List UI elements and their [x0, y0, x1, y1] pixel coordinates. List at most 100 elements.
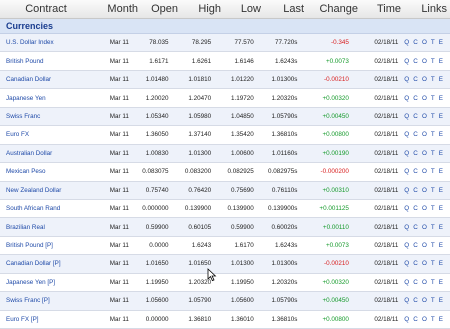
contract-link[interactable]: Australian Dollar [0, 150, 91, 157]
contract-link[interactable]: Japanese Yen [0, 95, 91, 102]
low-cell: 1.6146 [234, 57, 254, 65]
contract-link[interactable]: U.S. Dollar Index [0, 39, 91, 46]
quote-link[interactable]: Q C O T E [398, 58, 450, 65]
header-high[interactable]: High [178, 3, 221, 15]
high-cell: 0.60105 [188, 223, 212, 231]
quote-link[interactable]: Q C O T E [398, 260, 450, 267]
header-change[interactable]: Change [304, 3, 358, 15]
contract-link[interactable]: Swiss Franc [0, 113, 91, 120]
last-cell: 1.6243s [274, 57, 298, 65]
header-low[interactable]: Low [221, 3, 261, 15]
quote-link[interactable]: Q C O T E [398, 205, 450, 212]
header-contract[interactable]: Contract [0, 3, 92, 15]
open-cell: 1.20020 [145, 94, 169, 102]
table-row: British Pound Mar 11 1.6171 1.6261 1.6146 1.6… [0, 52, 450, 71]
quote-link[interactable]: Q C O T E [398, 168, 450, 175]
contract-link[interactable]: Canadian Dollar [0, 76, 91, 83]
quote-link[interactable]: Q C O T E [398, 39, 450, 46]
low-cell: 0.75690 [230, 186, 254, 194]
change-cell: +0.0073 [325, 57, 349, 65]
time-cell: 02/18/11 [374, 223, 399, 231]
quote-link[interactable]: Q C O T E [398, 76, 450, 83]
high-cell: 1.36810 [188, 315, 212, 323]
change-cell: -0.000200 [320, 168, 349, 176]
table-row: Canadian Dollar [P] Mar 11 1.01650 1.01650 1… [0, 255, 450, 274]
last-cell: 0.76110s [271, 186, 298, 194]
header-month[interactable]: Month [92, 3, 138, 15]
month-cell: Mar 11 [109, 186, 129, 194]
low-cell: 77.570 [234, 39, 254, 47]
quote-link[interactable]: Q C O T E [398, 150, 450, 157]
contract-link[interactable]: Euro FX [0, 131, 91, 138]
table-row: Mexican Peso Mar 11 0.083075 0.083200 0.0829… [0, 163, 450, 182]
quote-link[interactable]: Q C O T E [398, 279, 450, 286]
last-cell: 1.20320s [271, 94, 298, 102]
contract-link[interactable]: Japanese Yen [P] [0, 279, 91, 286]
time-cell: 02/18/11 [374, 205, 399, 213]
last-cell: 1.01300s [271, 260, 298, 268]
month-cell: Mar 11 [109, 149, 129, 157]
change-cell: +0.00450 [322, 112, 349, 120]
open-cell: 1.05340 [145, 112, 169, 120]
low-cell: 1.01220 [230, 76, 254, 84]
month-cell: Mar 11 [109, 57, 129, 65]
contract-link[interactable]: British Pound [P] [0, 242, 91, 249]
last-cell: 1.01160s [271, 149, 298, 157]
contract-link[interactable]: Mexican Peso [0, 168, 91, 175]
change-cell: +0.00310 [322, 186, 349, 194]
header-open[interactable]: Open [138, 3, 178, 15]
quote-link[interactable]: Q C O T E [398, 316, 450, 323]
header-last[interactable]: Last [261, 3, 304, 15]
low-cell: 1.6170 [234, 242, 254, 250]
open-cell: 0.00000 [145, 315, 169, 323]
open-cell: 0.59900 [145, 223, 169, 231]
high-cell: 1.6261 [191, 57, 212, 65]
table-row: Swiss Franc Mar 11 1.05340 1.05980 1.04850 1.… [0, 107, 450, 127]
contract-link[interactable]: Swiss Franc [P] [0, 297, 91, 304]
table-row: British Pound [P] Mar 11 0.0000 1.6243 1.617… [0, 236, 450, 256]
contract-link[interactable]: British Pound [0, 58, 91, 65]
high-cell: 0.083200 [184, 168, 212, 176]
contract-link[interactable]: Brazilian Real [0, 224, 91, 231]
time-cell: 02/18/11 [374, 57, 399, 65]
quote-link[interactable]: Q C O T E [398, 187, 450, 194]
contract-link[interactable]: South African Rand [0, 205, 91, 212]
low-cell: 1.35420 [230, 131, 254, 139]
quote-link[interactable]: Q C O T E [398, 224, 450, 231]
table-row: New Zealand Dollar Mar 11 0.75740 0.76420 0.… [0, 181, 450, 200]
contract-link[interactable]: Canadian Dollar [P] [0, 260, 91, 267]
time-cell: 02/18/11 [374, 131, 399, 139]
time-cell: 02/18/11 [374, 260, 399, 268]
quote-link[interactable]: Q C O T E [398, 297, 450, 304]
contract-link[interactable]: New Zealand Dollar [0, 187, 91, 194]
time-cell: 02/18/11 [374, 186, 399, 194]
high-cell: 1.01300 [188, 149, 212, 157]
last-cell: 1.01300s [271, 76, 298, 84]
quote-link[interactable]: Q C O T E [398, 95, 450, 102]
open-cell: 0.75740 [145, 186, 169, 194]
quote-link[interactable]: Q C O T E [398, 131, 450, 138]
last-cell: 0.60020s [271, 223, 298, 231]
low-cell: 1.36010 [230, 315, 254, 323]
last-cell: 1.05790s [271, 112, 298, 120]
open-cell: 1.00830 [145, 149, 169, 157]
time-cell: 02/18/11 [374, 112, 399, 120]
last-cell: 1.05790s [271, 297, 298, 305]
quote-link[interactable]: Q C O T E [398, 242, 450, 249]
quote-link[interactable]: Q C O T E [398, 113, 450, 120]
table-row: Canadian Dollar Mar 11 1.01480 1.01810 1.012… [0, 70, 450, 90]
contract-link[interactable]: Euro FX [P] [0, 316, 91, 323]
month-cell: Mar 11 [109, 131, 129, 139]
last-cell: 1.36810s [271, 131, 298, 139]
time-cell: 02/18/11 [374, 242, 399, 250]
table-row: Australian Dollar Mar 11 1.00830 1.01300 1.0… [0, 144, 450, 164]
time-cell: 02/18/11 [374, 278, 399, 286]
table-row: Brazilian Real Mar 11 0.59900 0.60105 0.5990… [0, 218, 450, 237]
open-cell: 0.000000 [142, 205, 169, 213]
table-row: South African Rand Mar 11 0.000000 0.139900… [0, 199, 450, 219]
low-cell: 1.19950 [230, 278, 254, 286]
open-cell: 1.19950 [145, 278, 169, 286]
month-cell: Mar 11 [109, 94, 129, 102]
header-time[interactable]: Time [358, 3, 401, 15]
table-row: Japanese Yen [P] Mar 11 1.19950 1.20320 1.19… [0, 273, 450, 293]
